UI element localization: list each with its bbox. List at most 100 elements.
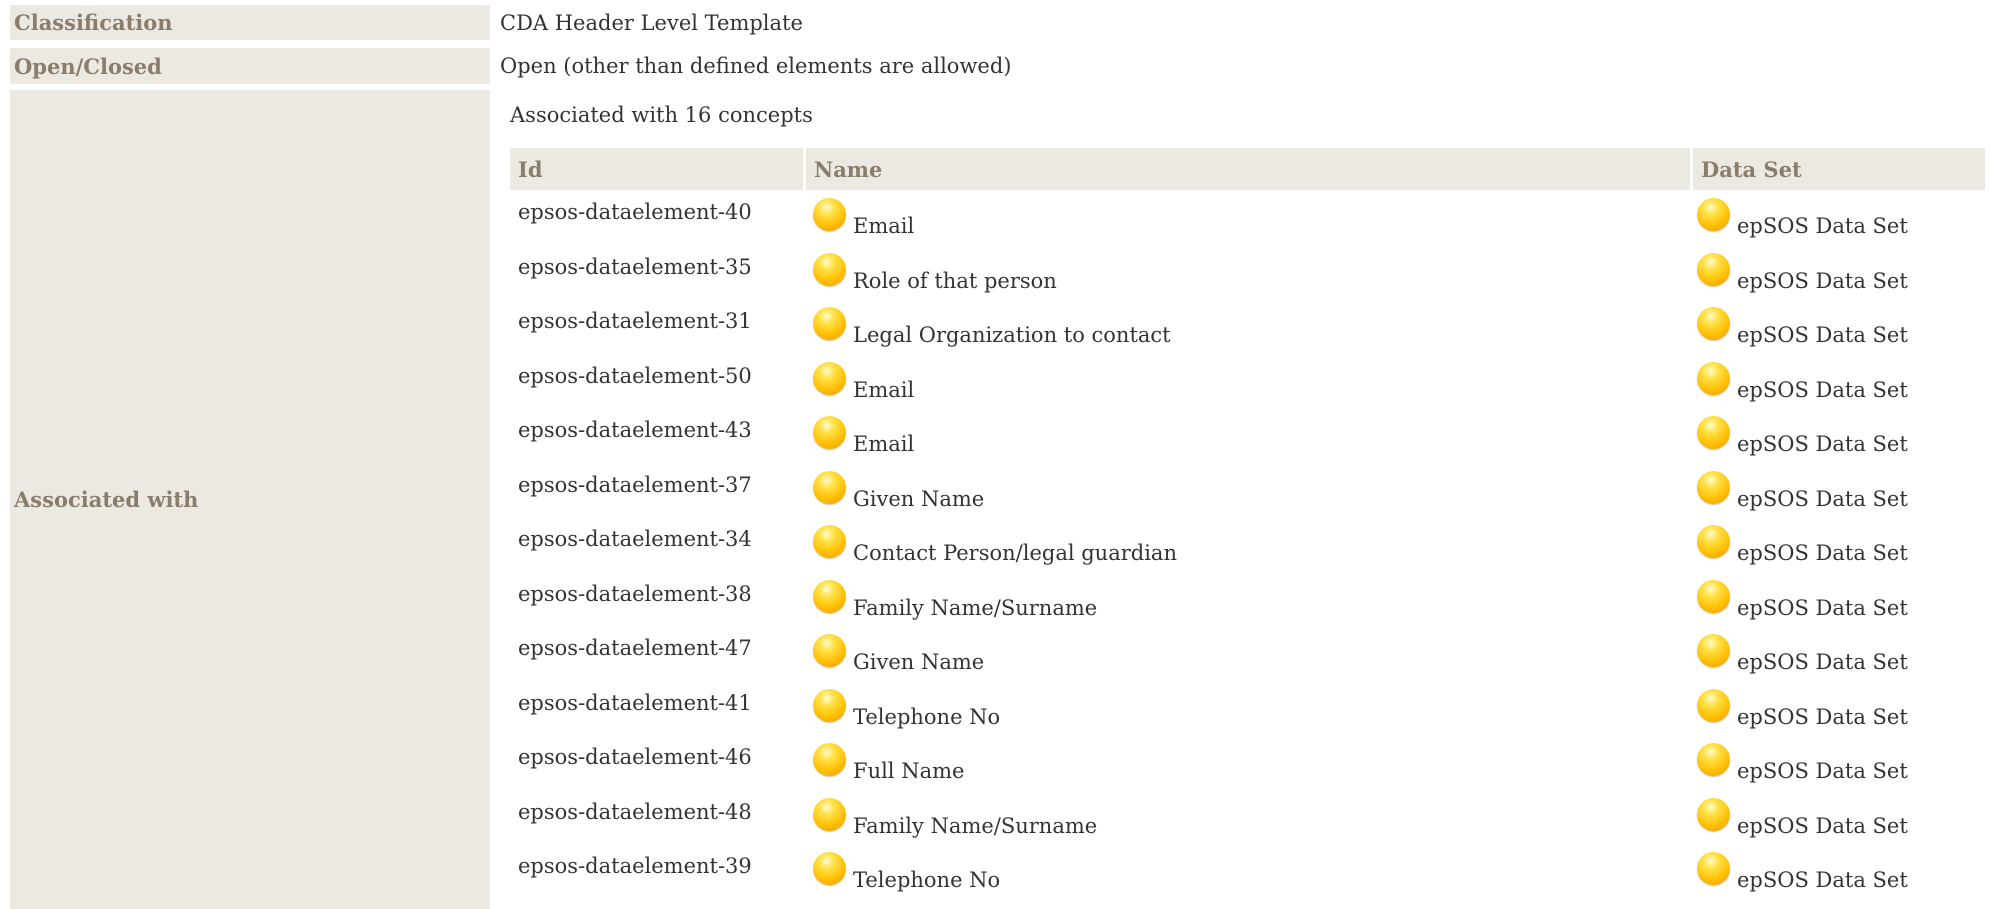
concept-name-cell: Family Name/Surname: [813, 797, 1098, 838]
concept-dataset-cell: epSOS Data Set: [1697, 852, 1908, 892]
concept-dataset: epSOS Data Set: [1737, 704, 1908, 729]
concept-id: epsos-dataelement-37: [518, 472, 752, 497]
concept-dataset-cell: epSOS Data Set: [1697, 634, 1908, 674]
table-row: epsos-dataelement-48 Family Name/Surname e…: [510, 797, 1985, 852]
concept-status-icon: [813, 198, 846, 231]
table-row: epsos-dataelement-43 Email epSOS Data Set: [510, 416, 1985, 470]
concept-dataset: epSOS Data Set: [1737, 868, 1908, 892]
dataset-status-icon: [1697, 743, 1730, 776]
concept-dataset: epSOS Data Set: [1737, 541, 1908, 565]
concept-dataset: epSOS Data Set: [1737, 268, 1908, 293]
concept-dataset: epSOS Data Set: [1737, 214, 1908, 238]
concept-id: epsos-dataelement-40: [518, 200, 752, 224]
concept-status-icon: [813, 634, 846, 667]
table-row: epsos-dataelement-47 Given Name epSOS Data…: [510, 634, 1985, 688]
concept-id: epsos-dataelement-46: [518, 745, 752, 769]
concept-status-icon: [813, 470, 846, 504]
concept-dataset-cell: epSOS Data Set: [1697, 579, 1908, 620]
concept-name-cell: Legal Organization to contact: [813, 307, 1171, 347]
table-row: epsos-dataelement-50 Email epSOS Data Set: [510, 361, 1985, 416]
concept-dataset-cell: epSOS Data Set: [1697, 252, 1908, 293]
classification-label: Classification: [10, 5, 490, 40]
concept-name-cell: Contact Person/legal guardian: [813, 525, 1177, 565]
concept-status-icon: [813, 525, 846, 558]
concept-dataset: epSOS Data Set: [1737, 377, 1908, 402]
concept-status-icon: [813, 852, 846, 885]
table-row: epsos-dataelement-41 Telephone No epSOS Da…: [510, 688, 1985, 743]
concept-id: epsos-dataelement-50: [518, 363, 752, 388]
table-row: epsos-dataelement-39 Telephone No epSOS Da…: [510, 852, 1985, 906]
concept-name: Email: [853, 377, 915, 402]
concept-dataset-cell: epSOS Data Set: [1697, 525, 1908, 565]
concept-name: Role of that person: [853, 268, 1057, 293]
table-row: epsos-dataelement-46 Full Name epSOS Data …: [510, 743, 1985, 797]
concept-dataset: epSOS Data Set: [1737, 813, 1908, 838]
concept-dataset-cell: epSOS Data Set: [1697, 743, 1908, 783]
dataset-status-icon: [1697, 252, 1730, 286]
concept-dataset-cell: epSOS Data Set: [1697, 797, 1908, 838]
table-row: epsos-dataelement-37 Given Name epSOS Data…: [510, 470, 1985, 525]
concept-dataset-cell: epSOS Data Set: [1697, 361, 1908, 402]
column-header-data-set: Data Set: [1693, 148, 1985, 190]
dataset-status-icon: [1697, 852, 1730, 885]
template-details: Classification CDA Header Level Template…: [0, 0, 1990, 909]
concept-dataset-cell: epSOS Data Set: [1697, 416, 1908, 456]
classification-value: CDA Header Level Template: [500, 10, 803, 35]
dataset-status-icon: [1697, 634, 1730, 667]
concept-dataset: epSOS Data Set: [1737, 432, 1908, 456]
concept-status-icon: [813, 252, 846, 286]
concept-name-cell: Telephone No: [813, 688, 1001, 729]
concept-name: Telephone No: [853, 704, 1001, 729]
concept-dataset: epSOS Data Set: [1737, 486, 1908, 511]
concept-id: epsos-dataelement-39: [518, 854, 752, 878]
concept-name: Contact Person/legal guardian: [853, 541, 1177, 565]
concept-name-cell: Given Name: [813, 634, 984, 674]
concept-dataset: epSOS Data Set: [1737, 650, 1908, 674]
concept-status-icon: [813, 307, 846, 340]
concept-id: epsos-dataelement-35: [518, 254, 752, 279]
table-row: epsos-dataelement-35 Role of that person e…: [510, 252, 1985, 307]
concept-name: Legal Organization to contact: [853, 323, 1171, 347]
concept-name-cell: Email: [813, 198, 914, 238]
associated-with-label: Associated with: [10, 90, 490, 909]
concept-name-cell: Telephone No: [813, 852, 1000, 892]
concept-name: Family Name/Surname: [853, 813, 1098, 838]
concept-dataset-cell: epSOS Data Set: [1697, 470, 1908, 511]
dataset-status-icon: [1697, 416, 1730, 449]
concept-name-cell: Email: [813, 361, 915, 402]
concept-name-cell: Full Name: [813, 743, 964, 783]
dataset-status-icon: [1697, 525, 1730, 558]
column-header-name: Name: [806, 148, 1690, 190]
concept-id: epsos-dataelement-43: [518, 418, 752, 442]
concept-name: Telephone No: [853, 868, 1001, 892]
concept-status-icon: [813, 797, 846, 831]
concept-dataset-cell: epSOS Data Set: [1697, 198, 1908, 238]
concept-id: epsos-dataelement-38: [518, 581, 752, 606]
open-closed-label: Open/Closed: [10, 48, 490, 84]
concept-status-icon: [813, 416, 846, 449]
concept-name-cell: Role of that person: [813, 252, 1057, 293]
concept-id: epsos-dataelement-41: [518, 690, 752, 715]
dataset-status-icon: [1697, 579, 1730, 613]
concept-status-icon: [813, 743, 846, 776]
concept-status-icon: [813, 361, 846, 395]
concept-dataset: epSOS Data Set: [1737, 759, 1908, 783]
concept-name-cell: Email: [813, 416, 914, 456]
concept-name: Full Name: [853, 759, 965, 783]
concept-dataset: epSOS Data Set: [1737, 323, 1908, 347]
dataset-status-icon: [1697, 688, 1730, 722]
dataset-status-icon: [1697, 198, 1730, 231]
table-row: epsos-dataelement-38 Family Name/Surname e…: [510, 579, 1985, 634]
concept-name-cell: Family Name/Surname: [813, 579, 1098, 620]
table-row: epsos-dataelement-40 Email epSOS Data Set: [510, 198, 1985, 252]
concept-status-icon: [813, 688, 846, 722]
associated-concepts-caption: Associated with 16 concepts: [510, 103, 813, 127]
concept-name: Given Name: [853, 650, 985, 674]
concept-dataset-cell: epSOS Data Set: [1697, 688, 1908, 729]
concept-name: Given Name: [853, 486, 985, 511]
concept-name-cell: Given Name: [813, 470, 985, 511]
column-header-id: Id: [510, 148, 803, 190]
dataset-status-icon: [1697, 470, 1730, 504]
concept-name: Email: [853, 214, 915, 238]
concept-name: Family Name/Surname: [853, 595, 1098, 620]
